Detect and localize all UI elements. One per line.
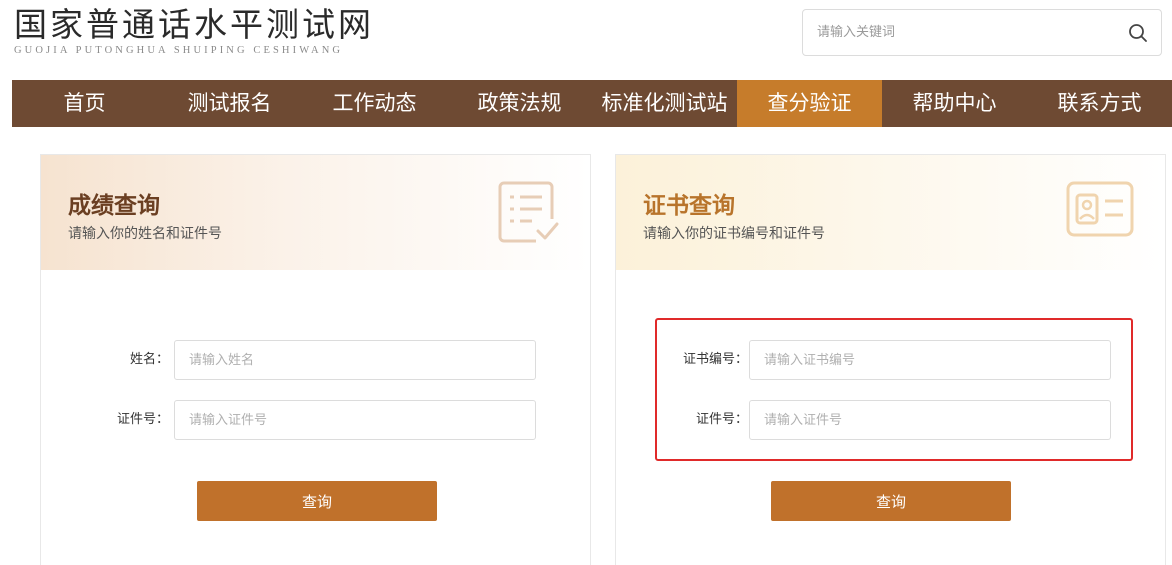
search-box [802, 9, 1162, 56]
score-id-row: 证件号： [41, 400, 590, 440]
cert-id-input[interactable] [749, 400, 1111, 440]
cert-query-title: 证书查询 [643, 193, 735, 219]
cert-number-row: 证书编号： [616, 340, 1165, 380]
cert-query-subtitle: 请输入你的证书编号和证件号 [643, 226, 825, 242]
score-query-button[interactable]: 查询 [197, 481, 437, 521]
score-query-card: 成绩查询 请输入你的姓名和证件号 姓名： 证件号： 查询 [40, 154, 591, 565]
score-query-subtitle: 请输入你的姓名和证件号 [68, 226, 222, 242]
nav-item-contact[interactable]: 联系方式 [1027, 80, 1172, 127]
nav-item-test-stations[interactable]: 标准化测试站 [592, 80, 737, 127]
cert-query-card: 证书查询 请输入你的证书编号和证件号 证书编号： 证件号： 查询 [615, 154, 1166, 565]
nav-item-score-verify[interactable]: 查分验证 [737, 80, 882, 127]
cert-query-button[interactable]: 查询 [771, 481, 1011, 521]
score-id-input[interactable] [174, 400, 536, 440]
main-nav: 首页 测试报名 工作动态 政策法规 标准化测试站 查分验证 帮助中心 联系方式 [12, 80, 1172, 127]
name-input[interactable] [174, 340, 536, 380]
name-row: 姓名： [41, 340, 590, 380]
search-button[interactable] [1123, 18, 1153, 48]
nav-item-home[interactable]: 首页 [12, 80, 157, 127]
id-card-icon [1066, 181, 1134, 237]
cert-number-input[interactable] [749, 340, 1111, 380]
site-logo[interactable]: 国家普通话水平测试网 GUOJIA PUTONGHUA SHUIPING CES… [14, 5, 374, 57]
nav-item-registration[interactable]: 测试报名 [157, 80, 302, 127]
score-query-header: 成绩查询 请输入你的姓名和证件号 [41, 155, 590, 270]
score-id-label: 证件号： [116, 412, 169, 427]
logo-subtitle: GUOJIA PUTONGHUA SHUIPING CESHIWANG [14, 45, 344, 56]
logo-title: 国家普通话水平测试网 [14, 5, 374, 44]
cert-id-label: 证件号： [695, 412, 748, 427]
name-label: 姓名： [129, 352, 169, 367]
nav-item-policy[interactable]: 政策法规 [447, 80, 592, 127]
search-input[interactable] [803, 10, 1103, 55]
cert-id-row: 证件号： [616, 400, 1165, 440]
nav-item-news[interactable]: 工作动态 [302, 80, 447, 127]
search-icon [1129, 24, 1147, 42]
nav-item-help[interactable]: 帮助中心 [882, 80, 1027, 127]
score-query-title: 成绩查询 [68, 193, 160, 219]
document-check-icon [498, 181, 559, 243]
cert-query-header: 证书查询 请输入你的证书编号和证件号 [616, 155, 1165, 270]
cert-number-label: 证书编号： [682, 352, 748, 367]
